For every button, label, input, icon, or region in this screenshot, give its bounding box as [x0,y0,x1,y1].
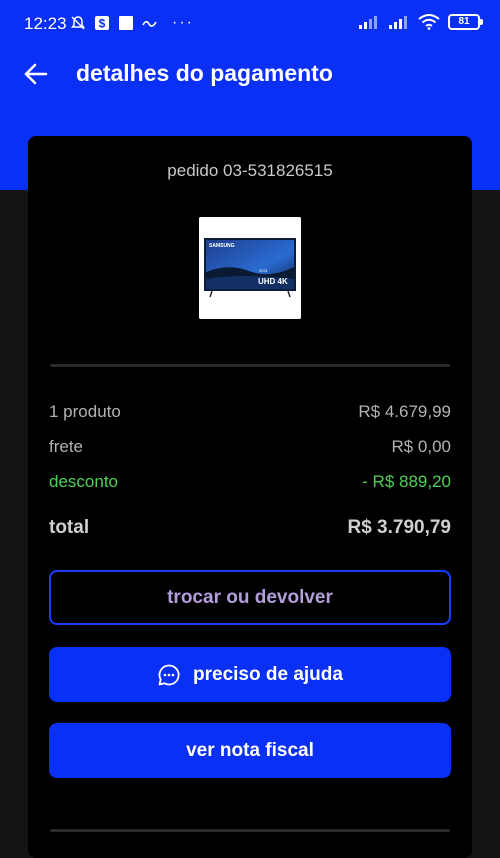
arrow-left-icon[interactable] [22,60,50,88]
chat-bubble-icon [158,664,180,685]
system-icons: 81 [358,14,483,30]
summary-row-discount: desconto - R$ 889,20 [49,472,451,492]
return-button-label: trocar ou devolver [167,586,333,608]
page-title: detalhes do pagamento [76,60,333,86]
invoice-button[interactable]: ver nota fiscal [49,723,451,778]
svg-text:UHD 4K: UHD 4K [258,277,288,286]
return-button[interactable]: trocar ou devolver [49,570,451,625]
product-image[interactable]: SAMSUNG 2021 UHD 4K [199,217,301,319]
mini-app-icon [142,20,157,27]
help-button[interactable]: preciso de ajuda [49,647,451,702]
payment-card: pedido 03-531826515 SAMSUNG 2021 UHD 4K … [28,136,472,858]
mute-bell-icon [71,16,85,30]
battery-icon: 81 [448,14,483,30]
svg-text:SAMSUNG: SAMSUNG [209,243,235,249]
help-button-label: preciso de ajuda [193,663,343,685]
summary-row-shipping: frete R$ 0,00 [49,437,451,457]
total-label: total [49,517,90,538]
square-app-icon [119,16,133,30]
summary-row-total: total R$ 3.790,79 [49,517,451,539]
divider [50,364,450,367]
more-notifications: ··· [172,14,194,31]
order-id: pedido 03-531826515 [167,161,333,180]
shipping-label: frete [49,437,84,456]
summary-row-products: 1 produto R$ 4.679,99 [49,402,451,422]
divider [50,829,450,832]
svg-text:2021: 2021 [259,268,269,273]
status-bar: 12:23 $ ··· 81 [0,0,500,36]
svg-text:$: $ [99,17,106,31]
signal-icon [359,16,377,29]
status-time: 12:23 [24,14,67,33]
notification-icons: $ ··· [70,14,194,32]
shipping-value: R$ 0,00 [391,437,451,456]
total-value: R$ 3.790,79 [347,517,451,538]
products-label: 1 produto [49,402,121,421]
discount-label: desconto [49,472,118,491]
invoice-button-label: ver nota fiscal [186,739,314,761]
signal-icon [389,16,407,29]
discount-value: - R$ 889,20 [362,472,451,491]
wifi-icon [418,14,440,30]
dollar-app-icon: $ [95,16,109,31]
products-value: R$ 4.679,99 [358,402,451,421]
